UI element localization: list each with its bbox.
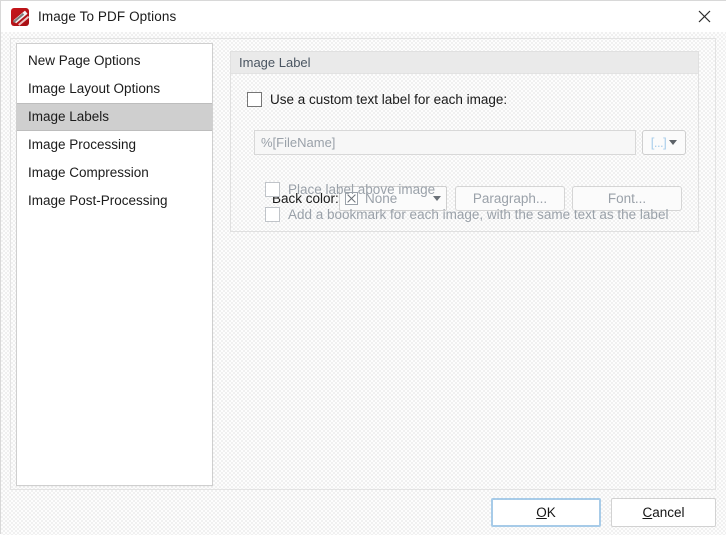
sidebar-item-new-page-options[interactable]: New Page Options bbox=[17, 47, 212, 75]
use-custom-text-label-checkbox[interactable]: Use a custom text label for each image: bbox=[247, 92, 507, 107]
sidebar-item-image-compression[interactable]: Image Compression bbox=[17, 159, 212, 187]
options-category-list[interactable]: New Page Options Image Layout Options Im… bbox=[16, 43, 213, 486]
place-label-above-image-checkbox[interactable]: Place label above image bbox=[265, 182, 435, 197]
add-bookmark-checkbox[interactable]: Add a bookmark for each image, with the … bbox=[265, 207, 668, 222]
cancel-button-mnemonic: C bbox=[642, 505, 653, 520]
cancel-button[interactable]: Cancel bbox=[611, 498, 716, 527]
image-label-group-title: Image Label bbox=[231, 52, 698, 74]
add-bookmark-text: Add a bookmark for each image, with the … bbox=[288, 207, 669, 222]
place-label-above-image-text: Place label above image bbox=[288, 182, 436, 197]
checkbox-box[interactable] bbox=[265, 182, 280, 197]
sidebar-item-image-labels[interactable]: Image Labels bbox=[17, 103, 212, 131]
sidebar-item-image-post-processing[interactable]: Image Post-Processing bbox=[17, 187, 212, 215]
checkbox-box[interactable] bbox=[265, 207, 280, 222]
ok-button-mnemonic: O bbox=[536, 505, 547, 520]
ok-button[interactable]: OK bbox=[491, 498, 601, 527]
image-label-group: Image Label Use a custom text label for … bbox=[230, 51, 699, 232]
label-text-input[interactable]: %[FileName] bbox=[254, 130, 636, 155]
macro-brackets-icon: [...] bbox=[650, 135, 667, 150]
image-label-group-content: Use a custom text label for each image: … bbox=[231, 74, 698, 232]
title-bar: Image To PDF Options bbox=[1, 1, 726, 32]
cancel-button-label: ancel bbox=[652, 505, 685, 520]
dialog-body: New Page Options Image Layout Options Im… bbox=[1, 32, 726, 535]
close-icon[interactable] bbox=[682, 1, 726, 32]
ok-button-label: K bbox=[546, 505, 556, 520]
macro-insert-button[interactable]: [...] bbox=[642, 130, 686, 155]
chevron-down-icon[interactable] bbox=[669, 140, 678, 145]
pdf-image-icon bbox=[11, 7, 29, 26]
window-title: Image To PDF Options bbox=[38, 9, 177, 24]
use-custom-text-label-text: Use a custom text label for each image: bbox=[270, 92, 508, 107]
checkbox-box[interactable] bbox=[247, 92, 262, 107]
sidebar-item-image-processing[interactable]: Image Processing bbox=[17, 131, 212, 159]
sidebar-item-image-layout-options[interactable]: Image Layout Options bbox=[17, 75, 212, 103]
dialog-window: Image To PDF Options New Page Options Im… bbox=[0, 0, 726, 535]
